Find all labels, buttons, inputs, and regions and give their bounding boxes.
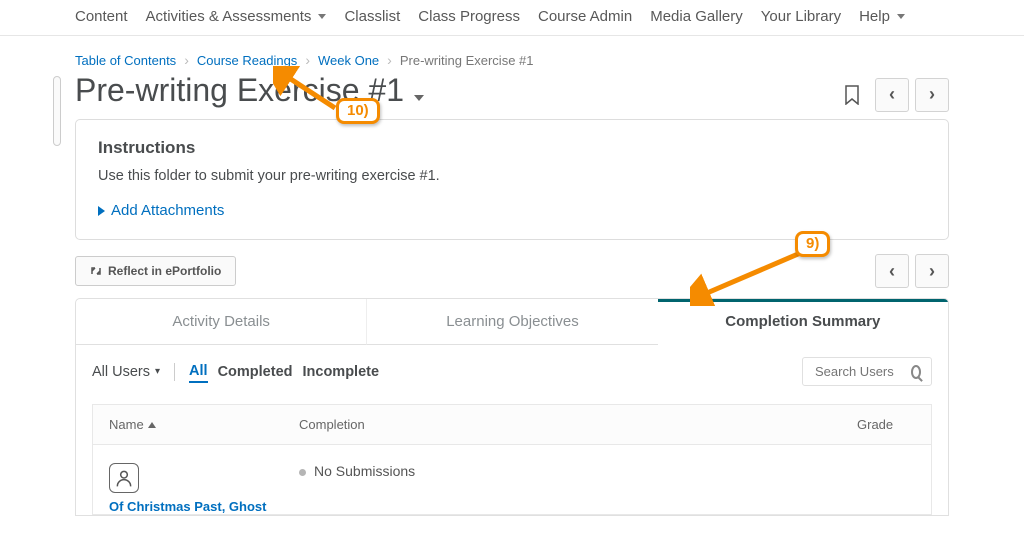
breadcrumb: Table of Contents › Course Readings › We… <box>75 46 949 70</box>
reflect-eportfolio-button[interactable]: Reflect in ePortfolio <box>75 256 236 286</box>
status-dot-icon <box>299 469 306 476</box>
table-header: Name Completion Grade <box>93 405 931 445</box>
nav-media[interactable]: Media Gallery <box>650 8 743 25</box>
search-icon <box>911 365 921 379</box>
nav-classprogress[interactable]: Class Progress <box>418 8 520 25</box>
prev-page-button[interactable]: ‹ <box>875 78 909 112</box>
add-attachments-button[interactable]: Add Attachments <box>98 202 926 219</box>
chevron-down-icon <box>404 72 424 109</box>
divider <box>174 363 175 381</box>
nav-activities[interactable]: Activities & Assessments <box>146 8 327 25</box>
instructions-heading: Instructions <box>98 138 926 158</box>
submission-status: No Submissions <box>314 463 415 479</box>
breadcrumb-current: Pre-writing Exercise #1 <box>400 53 534 68</box>
table-row: Of Christmas Past, Ghost No Submissions <box>93 445 931 514</box>
person-icon <box>114 468 134 488</box>
top-nav: Content Activities & Assessments Classli… <box>0 0 1024 36</box>
grade-cell <box>825 463 915 514</box>
nav-help[interactable]: Help <box>859 8 905 25</box>
filter-completed[interactable]: Completed <box>218 362 293 382</box>
user-name-link[interactable]: Of Christmas Past, Ghost <box>109 499 299 514</box>
tab-activity-details[interactable]: Activity Details <box>76 299 366 345</box>
chevron-right-icon: › <box>387 52 392 68</box>
chevron-right-icon: › <box>305 52 310 68</box>
bookmark-button[interactable] <box>835 78 869 112</box>
col-name-label: Name <box>109 417 144 432</box>
tab-completion-summary[interactable]: Completion Summary <box>658 299 948 345</box>
add-attachments-label: Add Attachments <box>111 202 224 219</box>
nav-courseadmin[interactable]: Course Admin <box>538 8 632 25</box>
search-users-field[interactable] <box>802 357 932 386</box>
search-input[interactable] <box>813 363 903 380</box>
triangle-right-icon <box>98 206 105 216</box>
col-completion[interactable]: Completion <box>283 405 841 444</box>
tabs-container: Activity Details Learning Objectives Com… <box>75 298 949 516</box>
tab-learning-objectives[interactable]: Learning Objectives <box>366 299 657 345</box>
chevron-right-icon: › <box>929 84 935 105</box>
chevron-left-icon: ‹ <box>889 261 895 282</box>
nav-activities-label: Activities & Assessments <box>146 8 312 25</box>
sort-ascending-icon <box>148 422 156 428</box>
chevron-right-icon: › <box>184 52 189 68</box>
breadcrumb-week[interactable]: Week One <box>318 53 379 68</box>
filter-incomplete[interactable]: Incomplete <box>303 362 380 382</box>
caret-down-icon: ▾ <box>155 366 160 377</box>
next-page-button[interactable]: › <box>915 78 949 112</box>
col-grade[interactable]: Grade <box>841 405 931 444</box>
page-title-text: Pre-writing Exercise #1 <box>75 72 404 109</box>
nav-content[interactable]: Content <box>75 8 128 25</box>
nav-classlist[interactable]: Classlist <box>344 8 400 25</box>
next-item-button[interactable]: › <box>915 254 949 288</box>
bookmark-icon <box>844 85 860 105</box>
instructions-panel: Instructions Use this folder to submit y… <box>75 119 949 240</box>
chevron-right-icon: › <box>929 261 935 282</box>
chevron-left-icon: ‹ <box>889 84 895 105</box>
all-users-label: All Users <box>92 364 150 380</box>
nav-library[interactable]: Your Library <box>761 8 841 25</box>
prev-item-button[interactable]: ‹ <box>875 254 909 288</box>
page-title[interactable]: Pre-writing Exercise #1 <box>75 72 424 109</box>
reflect-label: Reflect in ePortfolio <box>108 264 221 278</box>
sidebar-collapse-handle[interactable] <box>53 76 61 146</box>
breadcrumb-toc[interactable]: Table of Contents <box>75 53 176 68</box>
all-users-dropdown[interactable]: All Users ▾ <box>92 364 160 380</box>
breadcrumb-readings[interactable]: Course Readings <box>197 53 297 68</box>
nav-help-label: Help <box>859 8 890 25</box>
col-name[interactable]: Name <box>93 405 283 444</box>
reflect-icon <box>90 265 102 277</box>
completion-table: Name Completion Grade Of Christmas Past,… <box>92 404 932 515</box>
user-avatar <box>109 463 139 493</box>
instructions-body: Use this folder to submit your pre-writi… <box>98 168 926 184</box>
filter-all[interactable]: All <box>189 361 208 383</box>
